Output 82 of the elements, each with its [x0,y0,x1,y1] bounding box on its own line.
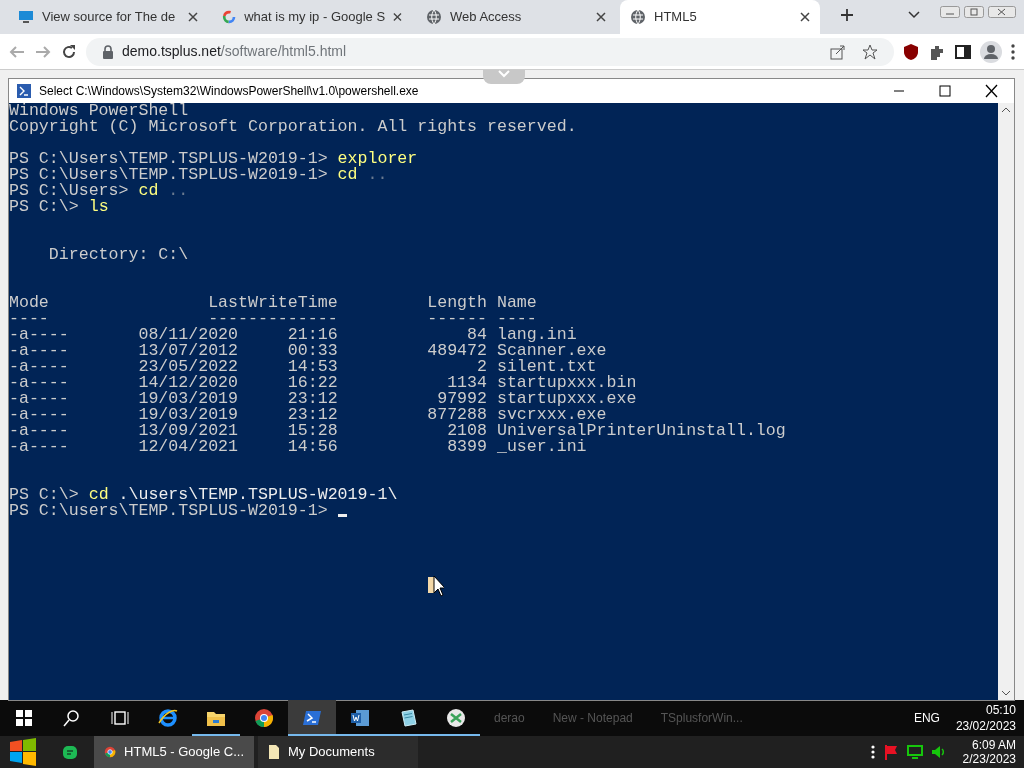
console-output: -a---- 12/04/2021 14:56 8399 _user.ini [9,437,587,456]
chrome-icon [104,744,117,760]
toolbar-handle[interactable] [483,70,525,84]
connection-icon [446,708,466,728]
monitor-icon [18,9,34,25]
command-argument: .. [168,181,189,200]
language-indicator[interactable]: ENG [913,710,940,726]
console-output: Windows PowerShell [9,101,189,120]
taskbar-button[interactable]: HTML5 - Google C... [94,736,254,768]
close-icon [393,12,402,22]
command-argument: .. [367,165,388,184]
e-icon [158,708,178,728]
scrollbar[interactable] [998,103,1014,700]
task-view-icon [110,708,130,728]
scroll-up-icon[interactable] [1001,107,1011,113]
browser-tab[interactable]: Web Access [416,0,616,34]
console-output: -a---- 13/07/2012 00:33 489472 Scanner.exe [9,341,607,360]
console-prompt: PS C:\Users> [9,181,129,200]
console-output: -a---- 19/03/2019 23:12 877288 svcrxxx.exe [9,405,607,424]
new-tab-icon[interactable] [840,7,854,22]
command-text: cd [337,165,358,184]
search-icon [62,708,82,728]
console-output: -a---- 14/12/2020 16:22 1134 startupxxx.bin [9,373,637,392]
console-output: -a---- 08/11/2020 21:16 84 lang.ini [9,325,577,344]
clock-date: 2/23/2023 [962,752,1016,766]
star-icon[interactable] [862,43,878,60]
console-prompt: PS C:\> [9,197,79,216]
more-icon[interactable] [1010,42,1016,61]
reload-icon[interactable] [60,42,78,61]
document-icon [350,708,370,728]
windows-logo-icon[interactable] [8,737,38,767]
clock-time: 05:10 [984,702,1016,718]
chat-icon[interactable] [62,744,78,761]
command-text: cd [88,485,109,504]
powershell-icon [17,84,31,98]
shield-icon[interactable] [902,42,920,61]
console-output: -a---- 19/03/2019 23:12 97992 startupxxx.exe [9,389,637,408]
close-icon [800,12,810,22]
flag-icon[interactable] [882,744,899,760]
scroll-down-icon[interactable] [1001,690,1011,696]
speaker-icon[interactable] [930,744,947,760]
console-prompt: PS C:\users\TEMP.TSPLUS-W2019-1> [9,501,328,520]
windows-logo-icon [14,708,34,728]
url-text: demo.tsplus.net/software/html5.html [122,42,347,61]
address-bar[interactable]: demo.tsplus.net/software/html5.html [86,37,894,66]
side-panel-icon[interactable] [954,42,972,61]
document-icon [268,744,280,760]
avatar-icon[interactable] [980,40,1002,63]
share-icon[interactable] [830,43,846,60]
close-icon [188,12,198,22]
console-output: Mode LastWriteTime Length Name [9,293,537,312]
command-text: cd [138,181,159,200]
notepad-icon [398,708,418,728]
console-output: -a---- 13/09/2021 15:28 2108 UniversalPrinterUninstall.log [9,421,786,440]
console-output: ---- ------------- ------ ---- [9,309,537,328]
console-prompt: PS C:\> [9,485,79,504]
monitor-icon[interactable] [906,744,923,760]
browser-tab[interactable]: what is my ip - Google S [212,0,412,34]
browser-tab[interactable]: View source for The de [8,0,208,34]
window-title: Select C:\Windows\System32\WindowsPowerShell\v1.0\powershell.exe [39,83,419,100]
chevron-down-icon[interactable] [908,10,920,19]
more-icon[interactable] [870,744,875,760]
console-output: -a---- 23/05/2022 14:53 2 silent.txt [9,357,597,376]
multicolor-ring-icon [222,9,237,25]
command-text: ls [88,197,109,216]
powershell-icon [302,708,322,728]
globe-icon [426,9,442,25]
chrome-icon [254,708,274,728]
console-output: Directory: C:\ [47,245,189,264]
command-text: explorer [337,149,418,168]
clock-time: 6:09 AM [970,738,1016,752]
console-prompt: PS C:\Users\TEMP.TSPLUS-W2019-1> [9,165,328,184]
mouse-pointer-icon [428,574,444,597]
globe-icon [630,9,646,25]
console-output: Copyright (C) Microsoft Corporation. All rights reserved. [9,117,577,136]
clock-date: 23/02/2023 [955,718,1016,734]
command-argument: .\users\TEMP.TSPLUS-W2019-1\ [118,485,398,504]
lock-icon [102,44,114,59]
taskbar-button[interactable]: My Documents [258,736,418,768]
console-prompt: PS C:\Users\TEMP.TSPLUS-W2019-1> [9,149,328,168]
close-icon [596,12,606,22]
browser-tab[interactable]: HTML5 [620,0,820,34]
